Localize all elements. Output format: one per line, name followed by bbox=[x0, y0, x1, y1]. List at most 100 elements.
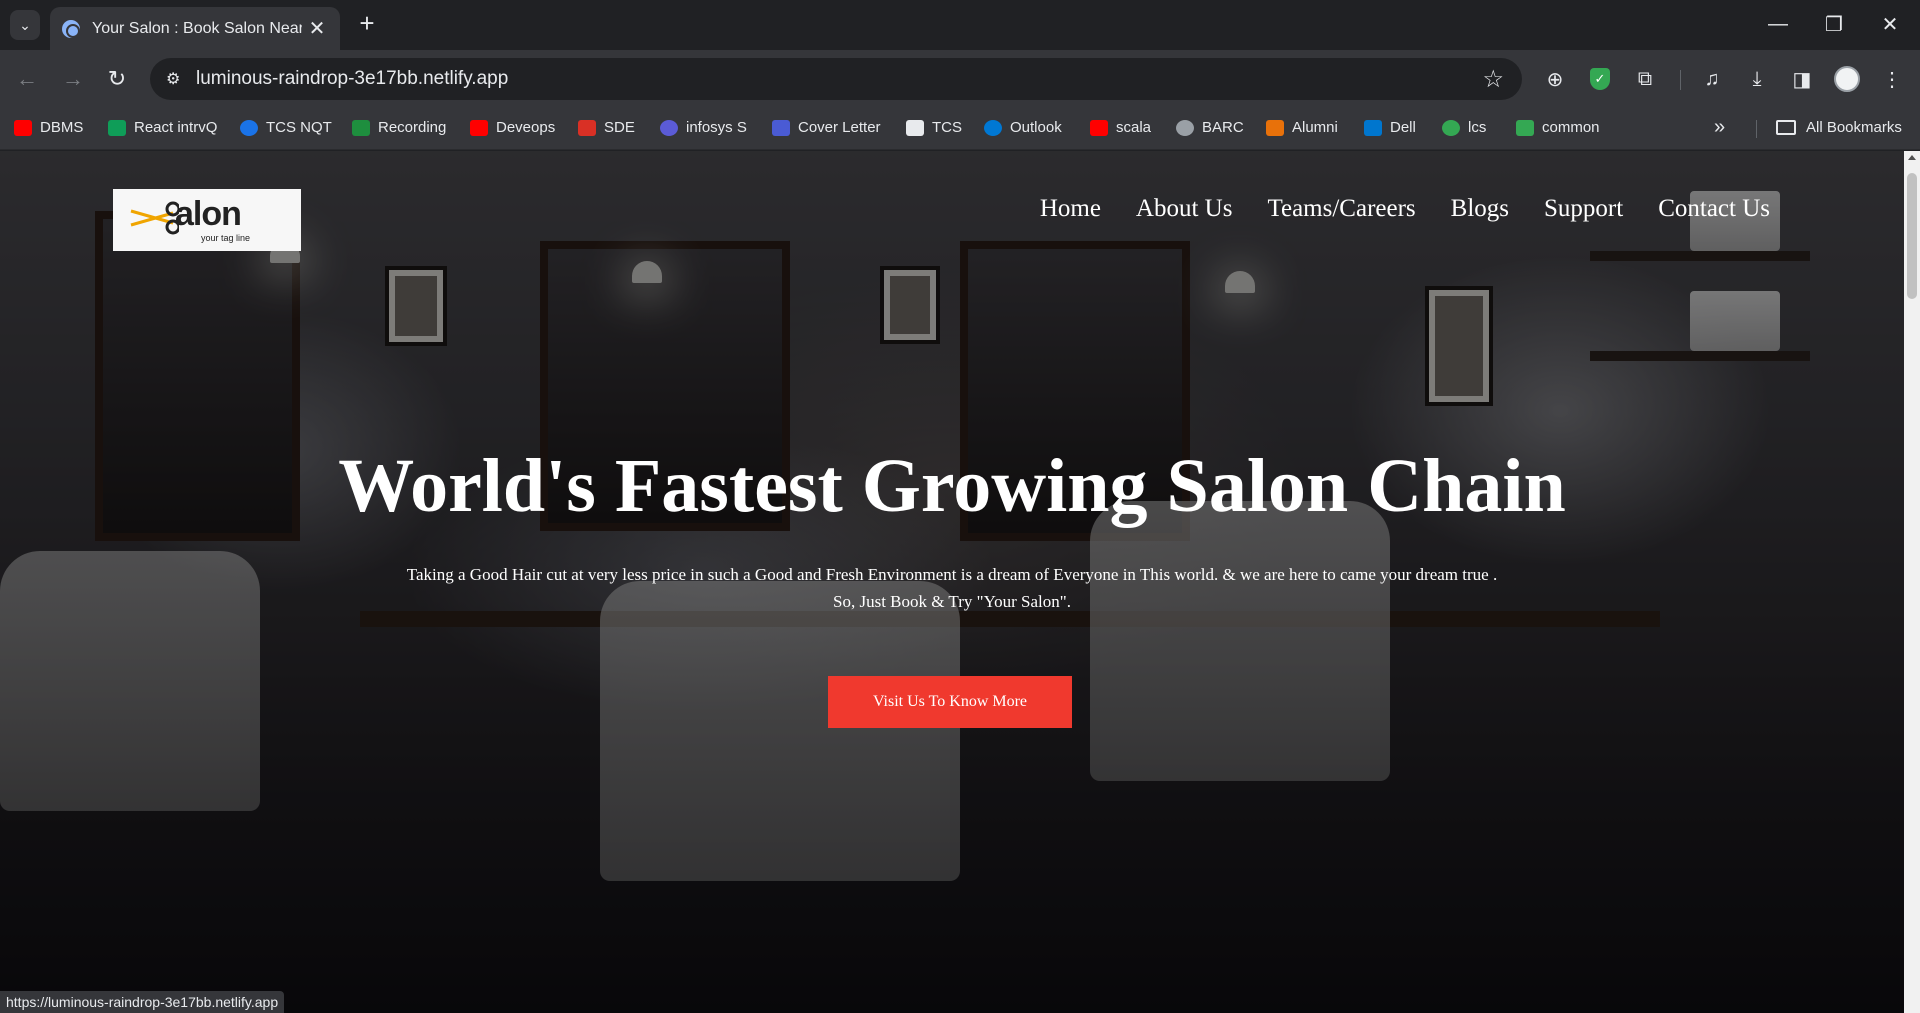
bookmark-label: React intrvQ bbox=[134, 119, 218, 136]
avatar bbox=[1834, 66, 1860, 92]
forward-button[interactable]: → bbox=[56, 62, 90, 96]
download-icon[interactable]: ⤓ bbox=[1742, 64, 1772, 94]
bookmark-item[interactable]: React intrvQ bbox=[108, 119, 217, 136]
site-info-icon[interactable]: ⚙ bbox=[166, 69, 186, 89]
page-viewport: alon your tag line Home About Us Teams/C… bbox=[0, 151, 1904, 1013]
url-text: luminous-raindrop-3e17bb.netlify.app bbox=[196, 68, 509, 89]
bookmark-item[interactable]: TCS bbox=[906, 119, 962, 136]
tab-search-button[interactable]: ⌄ bbox=[10, 10, 40, 40]
bookmark-item[interactable]: infosys S bbox=[660, 119, 747, 136]
scrollbar-thumb[interactable] bbox=[1907, 173, 1917, 299]
globe-icon bbox=[1176, 119, 1194, 136]
bookmark-label: Dell bbox=[1390, 119, 1416, 136]
bookmark-label: scala bbox=[1116, 119, 1152, 136]
youtube-icon bbox=[470, 119, 488, 136]
bookmark-item[interactable]: BARC bbox=[1176, 119, 1244, 136]
status-bar-url: https://luminous-raindrop-3e17bb.netlify… bbox=[0, 991, 285, 1013]
bookmark-item[interactable]: DBMS bbox=[14, 119, 83, 136]
back-button[interactable]: ← bbox=[10, 62, 44, 96]
classroom-icon bbox=[352, 119, 370, 136]
bookmark-label: Recording bbox=[378, 119, 447, 136]
nav-home[interactable]: Home bbox=[1040, 195, 1101, 223]
arrow-right-icon: → bbox=[62, 66, 84, 91]
extensions-puzzle-icon[interactable]: ⧉ bbox=[1630, 64, 1660, 94]
bookmarks-bar: DBMS React intrvQ TCS NQT Recording Deveops S… bbox=[0, 108, 1920, 150]
extension-shield-icon[interactable]: ✓ bbox=[1585, 64, 1615, 94]
site-navigation: Home About Us Teams/Careers Blogs Suppor… bbox=[1040, 195, 1770, 223]
bookmark-label: BARC bbox=[1202, 119, 1244, 136]
minimize-button[interactable]: — bbox=[1758, 8, 1798, 40]
bookmark-item[interactable]: scala bbox=[1090, 119, 1151, 136]
bookmark-label: Outlook bbox=[1010, 119, 1062, 136]
scissors-icon bbox=[130, 201, 179, 235]
extension-plus-icon[interactable]: ⊕ bbox=[1540, 64, 1570, 94]
bookmark-item[interactable]: Cover Letter bbox=[772, 119, 881, 136]
bookmark-item[interactable]: Recording bbox=[352, 119, 446, 136]
globe-icon bbox=[62, 19, 80, 38]
bookmark-label: TCS bbox=[932, 119, 962, 136]
reload-button[interactable]: ↻ bbox=[100, 62, 134, 96]
site-logo[interactable]: alon your tag line bbox=[113, 189, 301, 251]
power-icon bbox=[240, 119, 258, 136]
logo-tagline: your tag line bbox=[201, 233, 251, 243]
tab-title: Your Salon : Book Salon Nearby bbox=[92, 19, 302, 37]
scroll-up-icon[interactable] bbox=[1908, 155, 1916, 160]
active-tab[interactable]: Your Salon : Book Salon Nearby ✕ bbox=[50, 7, 340, 50]
folder-icon bbox=[1776, 120, 1796, 135]
bookmark-item[interactable]: Deveops bbox=[470, 119, 555, 136]
address-bar[interactable]: ⚙ luminous-raindrop-3e17bb.netlify.app ☆ bbox=[150, 58, 1522, 100]
nav-about-us[interactable]: About Us bbox=[1136, 195, 1233, 223]
bookmark-item[interactable]: Alumni bbox=[1266, 119, 1338, 136]
bookmarks-divider bbox=[1756, 120, 1757, 138]
bookmark-label: DBMS bbox=[40, 119, 84, 136]
hero-title: World's Fastest Growing Salon Chain bbox=[338, 444, 1566, 528]
docs-icon bbox=[772, 119, 790, 136]
arrow-left-icon: ← bbox=[16, 66, 38, 91]
restore-button[interactable]: ❐ bbox=[1814, 8, 1854, 40]
bookmark-item[interactable]: lcs bbox=[1442, 119, 1486, 136]
reload-icon: ↻ bbox=[107, 66, 127, 91]
bookmark-item[interactable]: Outlook bbox=[984, 119, 1062, 136]
nav-contact-us[interactable]: Contact Us bbox=[1658, 195, 1770, 223]
nav-support[interactable]: Support bbox=[1544, 195, 1623, 223]
bookmark-label: Alumni bbox=[1292, 119, 1338, 136]
all-bookmarks-label: All Bookmarks bbox=[1806, 119, 1902, 136]
bookmark-label: TCS NQT bbox=[266, 119, 332, 136]
bookmark-star-icon[interactable]: ☆ bbox=[1482, 65, 1504, 94]
chevron-down-icon: ⌄ bbox=[19, 16, 31, 33]
profile-avatar[interactable] bbox=[1832, 64, 1862, 94]
bookmark-item[interactable]: SDE bbox=[578, 119, 635, 136]
nav-blogs[interactable]: Blogs bbox=[1451, 195, 1509, 223]
outlook-icon bbox=[984, 119, 1002, 136]
tuf-icon bbox=[578, 119, 596, 136]
youtube-icon bbox=[14, 119, 32, 136]
close-tab-icon[interactable]: ✕ bbox=[306, 16, 328, 41]
page-scrollbar[interactable] bbox=[1904, 151, 1920, 1013]
new-tab-button[interactable]: + bbox=[352, 8, 382, 38]
tcs-icon bbox=[906, 119, 924, 136]
bookmark-label: Cover Letter bbox=[798, 119, 881, 136]
link-icon bbox=[1516, 119, 1534, 136]
nav-teams-careers[interactable]: Teams/Careers bbox=[1267, 195, 1415, 223]
visit-us-button[interactable]: Visit Us To Know More bbox=[828, 676, 1072, 728]
all-bookmarks-button[interactable]: All Bookmarks bbox=[1776, 119, 1902, 136]
toolbar-divider bbox=[1680, 70, 1681, 90]
bookmark-label: common bbox=[1542, 119, 1600, 136]
media-control-icon[interactable]: ♫ bbox=[1697, 64, 1727, 94]
logo-wordmark: alon bbox=[175, 195, 242, 233]
bookmark-label: infosys S bbox=[686, 119, 747, 136]
bookmark-item[interactable]: common bbox=[1516, 119, 1600, 136]
bookmark-label: Deveops bbox=[496, 119, 556, 136]
google-sheets-icon bbox=[108, 119, 126, 136]
browser-toolbar: ← → ↻ ⚙ luminous-raindrop-3e17bb.netlify… bbox=[0, 50, 1920, 108]
bookmark-item[interactable]: TCS NQT bbox=[240, 119, 332, 136]
side-panel-icon[interactable]: ◨ bbox=[1787, 64, 1817, 94]
tab-strip: ⌄ Your Salon : Book Salon Nearby ✕ + — ❐… bbox=[0, 0, 1920, 50]
close-window-button[interactable]: ✕ bbox=[1870, 8, 1910, 40]
w-icon bbox=[1442, 119, 1460, 136]
bookmark-item[interactable]: Dell bbox=[1364, 119, 1416, 136]
infosys-icon bbox=[660, 119, 678, 136]
menu-kebab-icon[interactable]: ⋮ bbox=[1877, 64, 1907, 94]
bookmarks-overflow-icon[interactable]: » bbox=[1714, 116, 1725, 139]
hero-subtitle-line: So, Just Book & Try "Your Salon". bbox=[833, 592, 1071, 611]
